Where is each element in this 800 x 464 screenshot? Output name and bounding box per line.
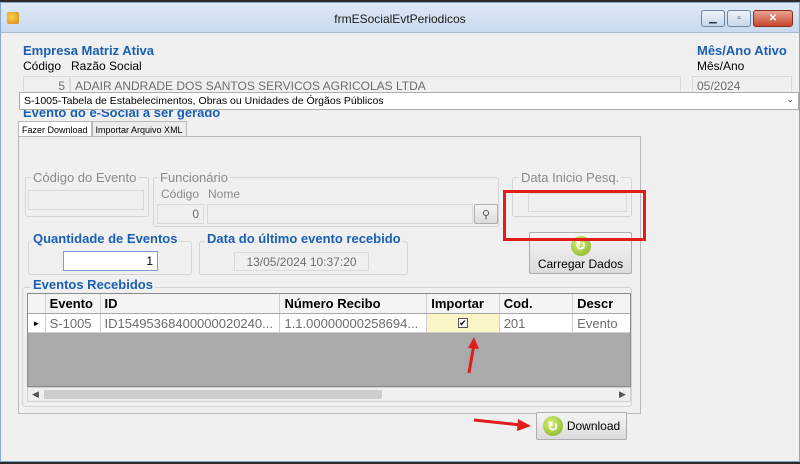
- table-row[interactable]: ► S-1005 ID15495368400000020240... 1.1.0…: [28, 314, 630, 333]
- func-codigo-field: 0: [157, 204, 204, 224]
- func-nome-field: [207, 204, 473, 224]
- highlight-carregar: [503, 190, 646, 241]
- scroll-thumb[interactable]: [44, 390, 382, 399]
- codigo-evento-title: Código do Evento: [31, 170, 139, 185]
- close-button[interactable]: ✕: [753, 10, 793, 27]
- cell-numero-recibo[interactable]: 1.1.00000000258694...: [280, 314, 428, 332]
- download-label: Download: [566, 419, 621, 433]
- eventos-recebidos-title: Eventos Recebidos: [31, 277, 155, 292]
- importar-checkbox[interactable]: ✔: [457, 318, 468, 328]
- col-descr[interactable]: Descr: [573, 294, 630, 313]
- cell-id[interactable]: ID15495368400000020240...: [101, 314, 281, 332]
- row-pointer-icon: ►: [28, 314, 46, 332]
- col-evento[interactable]: Evento: [46, 294, 101, 313]
- codigo-label: Código: [23, 59, 62, 73]
- mes-ano-label: Mês/Ano: [697, 59, 745, 73]
- refresh-icon: ↻: [542, 416, 563, 436]
- cell-descr[interactable]: Evento: [573, 314, 630, 332]
- cell-evento[interactable]: S-1005: [46, 314, 101, 332]
- col-numero-recibo[interactable]: Número Recibo: [280, 294, 428, 313]
- tab-fazer-download[interactable]: Fazer Download: [18, 121, 92, 137]
- binoculars-icon[interactable]: ⚲: [474, 204, 498, 224]
- annotation-arrow-right: [473, 418, 531, 431]
- empresa-group-title: Empresa Matriz Ativa: [23, 43, 155, 58]
- scroll-right-icon[interactable]: ▶: [615, 388, 630, 401]
- chevron-down-icon[interactable]: ⌄: [786, 94, 794, 105]
- evento-select[interactable]: S-1005-Tabela de Estabelecimentos, Obras…: [19, 92, 799, 110]
- data-inicio-title: Data Inicio Pesq.: [519, 170, 622, 185]
- periodo-group-title: Mês/Ano Ativo: [697, 43, 787, 58]
- cell-importar[interactable]: ✔: [427, 314, 500, 332]
- quantidade-field[interactable]: 1: [63, 251, 158, 271]
- row-selector-header: [28, 294, 46, 313]
- col-id[interactable]: ID: [101, 294, 281, 313]
- cell-cod[interactable]: 201: [500, 314, 574, 332]
- download-button[interactable]: ↻ Download: [536, 412, 627, 440]
- func-nome-label: Nome: [208, 187, 241, 201]
- minimize-button[interactable]: ▁: [701, 10, 725, 27]
- window-title: frmESocialEvtPeriodicos: [334, 12, 466, 26]
- title-bar: frmESocialEvtPeriodicos ▁ ▫ ✕: [1, 3, 799, 33]
- func-codigo-label: Código: [161, 187, 200, 201]
- ultimo-evento-field: 13/05/2024 10:37:20: [234, 252, 369, 271]
- col-importar[interactable]: Importar: [427, 294, 500, 313]
- col-cod[interactable]: Cod.: [500, 294, 574, 313]
- scroll-left-icon[interactable]: ◀: [28, 388, 43, 401]
- grid-horizontal-scrollbar[interactable]: ◀ ▶: [27, 387, 631, 402]
- carregar-dados-label: Carregar Dados: [537, 256, 624, 271]
- codigo-evento-field: [28, 190, 144, 210]
- main-window: frmESocialEvtPeriodicos ▁ ▫ ✕ Empresa Ma…: [0, 2, 800, 462]
- evento-select-value: S-1005-Tabela de Estabelecimentos, Obras…: [24, 95, 384, 107]
- annotation-arrow-up: [467, 337, 479, 374]
- quantidade-title: Quantidade de Eventos: [31, 231, 180, 246]
- funcionario-title: Funcionário: [158, 170, 230, 185]
- razao-social-label: Razão Social: [71, 59, 142, 73]
- ultimo-evento-title: Data do último evento recebido: [205, 231, 403, 246]
- grid-header: Evento ID Número Recibo Importar Cod. De…: [28, 294, 630, 314]
- maximize-button[interactable]: ▫: [727, 10, 751, 27]
- eventos-grid: Evento ID Número Recibo Importar Cod. De…: [27, 293, 631, 387]
